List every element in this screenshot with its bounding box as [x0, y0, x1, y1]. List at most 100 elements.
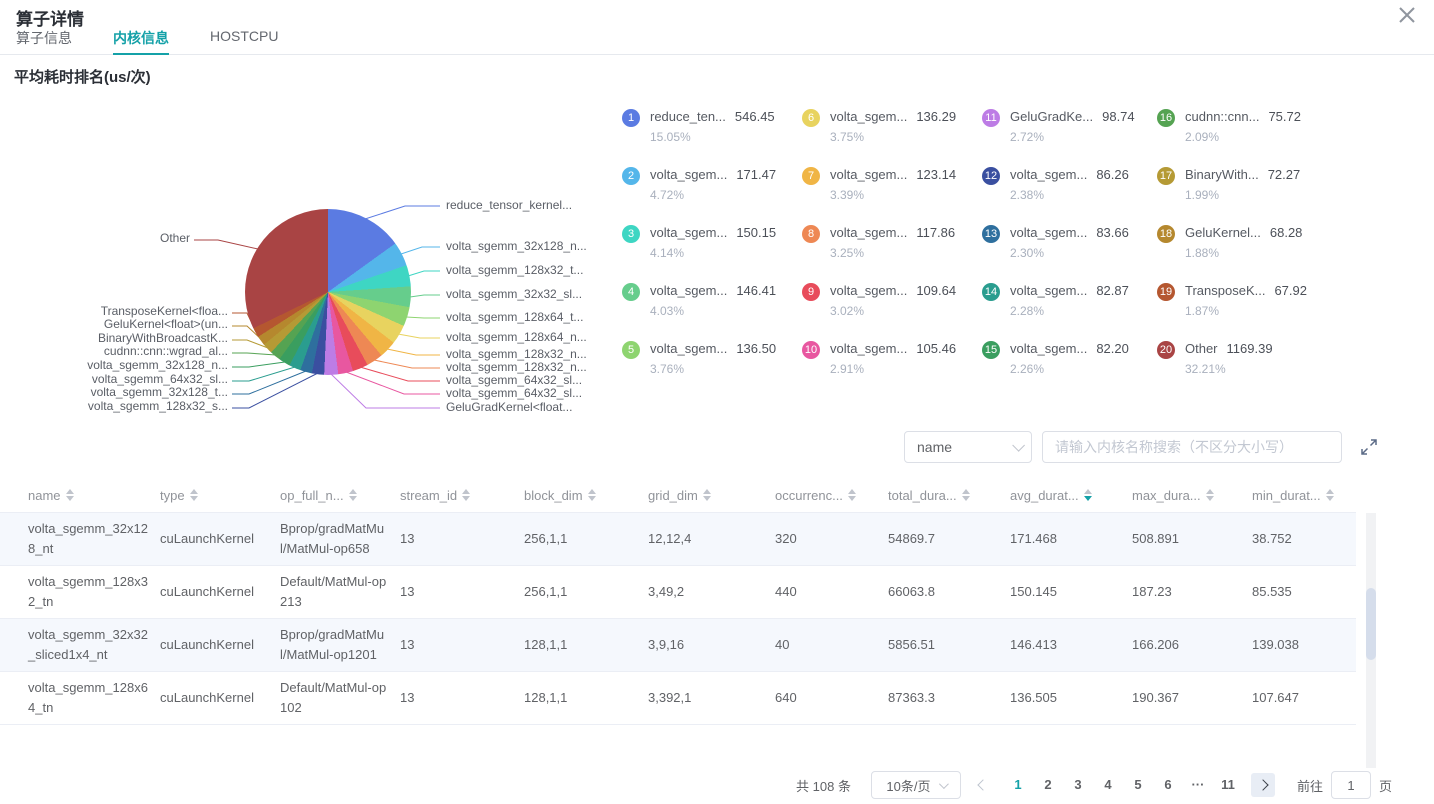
legend-kernel-name: volta_sgem...: [650, 167, 727, 182]
sort-carets[interactable]: [962, 489, 970, 501]
cell-block-dim: 256,1,1: [524, 576, 648, 608]
page-number[interactable]: 6: [1155, 773, 1181, 797]
table-body: volta_sgemm_32x128_nt cuLaunchKernel Bpr…: [0, 513, 1356, 725]
column-header-avg-duration[interactable]: avg_durat...: [1010, 488, 1132, 503]
pie-slice-label: GeluGradKernel<float...: [446, 400, 572, 414]
column-header-op-full-name[interactable]: op_full_n...: [280, 488, 400, 503]
legend-item[interactable]: 5 volta_sgem...136.50 3.76%: [622, 340, 802, 385]
pie-slice-label: volta_sgemm_128x32_n...: [446, 360, 587, 374]
column-header-grid-dim[interactable]: grid_dim: [648, 488, 775, 503]
sort-carets[interactable]: [1326, 489, 1334, 501]
chart-legend: 1 reduce_ten...546.45 15.05% 2 volta_sge…: [622, 108, 1352, 385]
kernel-search-input[interactable]: [1042, 431, 1342, 463]
legend-percent: 3.02%: [830, 304, 956, 318]
legend-value: 67.92: [1274, 283, 1307, 298]
legend-item[interactable]: 7 volta_sgem...123.14 3.39%: [802, 166, 982, 211]
table-row[interactable]: volta_sgemm_32x128_nt cuLaunchKernel Bpr…: [0, 513, 1356, 566]
rank-badge: 18: [1157, 225, 1175, 243]
table-row[interactable]: volta_sgemm_128x32_tn cuLaunchKernel Def…: [0, 566, 1356, 619]
column-header-stream-id[interactable]: stream_id: [400, 488, 524, 503]
chevron-down-icon: [938, 779, 948, 789]
legend-item[interactable]: 15 volta_sgem...82.20 2.26%: [982, 340, 1157, 385]
close-button[interactable]: [1394, 2, 1420, 28]
table-row[interactable]: volta_sgemm_32x32_sliced1x4_nt cuLaunchK…: [0, 619, 1356, 672]
legend-item[interactable]: 6 volta_sgem...136.29 3.75%: [802, 108, 982, 153]
pie-slice-label: volta_sgemm_32x128_n...: [446, 239, 587, 253]
tab-hostcpu[interactable]: HOSTCPU: [210, 28, 278, 54]
legend-item[interactable]: 3 volta_sgem...150.15 4.14%: [622, 224, 802, 269]
page-number[interactable]: 1: [1005, 773, 1031, 797]
search-field-value: name: [917, 439, 952, 455]
legend-item[interactable]: 17 BinaryWith...72.27 1.99%: [1157, 166, 1352, 211]
page-number[interactable]: ···: [1185, 773, 1211, 797]
legend-item[interactable]: 12 volta_sgem...86.26 2.38%: [982, 166, 1157, 211]
total-count: 共 108 条: [796, 776, 851, 795]
legend-value: 72.27: [1268, 167, 1301, 182]
column-label: type: [160, 488, 185, 503]
table-header-row: name type op_full_n... stream_id block_d…: [0, 478, 1356, 513]
tab-operator-info[interactable]: 算子信息: [16, 28, 72, 54]
tab-kernel-info[interactable]: 内核信息: [113, 28, 169, 54]
next-page-button[interactable]: [1251, 773, 1275, 797]
table-row[interactable]: volta_sgemm_128x64_tn cuLaunchKernel Def…: [0, 672, 1356, 725]
sort-carets[interactable]: [848, 489, 856, 501]
legend-value: 546.45: [735, 109, 775, 124]
cell-avg-duration: 150.145: [1010, 576, 1132, 608]
fullscreen-button[interactable]: [1360, 438, 1378, 456]
legend-percent: 2.26%: [1010, 362, 1129, 376]
sort-carets[interactable]: [1084, 489, 1092, 501]
column-header-max-duration[interactable]: max_dura...: [1132, 488, 1252, 503]
legend-item[interactable]: 8 volta_sgem...117.86 3.25%: [802, 224, 982, 269]
pie-slice-label: volta_sgemm_32x32_sl...: [446, 287, 582, 301]
legend-item[interactable]: 4 volta_sgem...146.41 4.03%: [622, 282, 802, 327]
sort-carets[interactable]: [190, 489, 198, 501]
sort-carets[interactable]: [349, 489, 357, 501]
page-number[interactable]: 11: [1215, 773, 1241, 797]
column-header-occurrences[interactable]: occurrenc...: [775, 488, 888, 503]
sort-carets[interactable]: [1206, 489, 1214, 501]
legend-item[interactable]: 13 volta_sgem...83.66 2.30%: [982, 224, 1157, 269]
legend-item[interactable]: 1 reduce_ten...546.45 15.05%: [622, 108, 802, 153]
legend-percent: 2.72%: [1010, 130, 1135, 144]
pie-chart[interactable]: [245, 209, 411, 375]
rank-badge: 9: [802, 283, 820, 301]
legend-kernel-name: volta_sgem...: [650, 225, 727, 240]
pie-slice-label: volta_sgemm_128x32_s...: [0, 400, 228, 413]
sort-carets[interactable]: [66, 489, 74, 501]
table-scrollbar[interactable]: [1366, 513, 1376, 768]
legend-item[interactable]: 18 GeluKernel...68.28 1.88%: [1157, 224, 1352, 269]
column-header-name[interactable]: name: [28, 488, 160, 503]
search-field-select[interactable]: name: [904, 431, 1032, 463]
scrollbar-thumb[interactable]: [1366, 588, 1376, 660]
page-number[interactable]: 4: [1095, 773, 1121, 797]
rank-badge: 17: [1157, 167, 1175, 185]
legend-item[interactable]: 10 volta_sgem...105.46 2.91%: [802, 340, 982, 385]
legend-kernel-name: GeluGradKe...: [1010, 109, 1093, 124]
column-header-min-duration[interactable]: min_durat...: [1252, 488, 1356, 503]
sort-carets[interactable]: [588, 489, 596, 501]
page-number[interactable]: 3: [1065, 773, 1091, 797]
legend-value: 98.74: [1102, 109, 1135, 124]
page-number[interactable]: 2: [1035, 773, 1061, 797]
column-header-total-duration[interactable]: total_dura...: [888, 488, 1010, 503]
legend-item[interactable]: 16 cudnn::cnn...75.72 2.09%: [1157, 108, 1352, 153]
legend-item[interactable]: 20 Other1169.39 32.21%: [1157, 340, 1352, 385]
legend-item[interactable]: 9 volta_sgem...109.64 3.02%: [802, 282, 982, 327]
cell-min-duration: 38.752: [1252, 523, 1356, 555]
goto-suffix: 页: [1379, 776, 1392, 795]
legend-item[interactable]: 14 volta_sgem...82.87 2.28%: [982, 282, 1157, 327]
sort-carets[interactable]: [462, 489, 470, 501]
legend-percent: 1.99%: [1185, 188, 1300, 202]
pie-slice-label: volta_sgemm_32x128_t...: [0, 386, 228, 399]
legend-item[interactable]: 2 volta_sgem...171.47 4.72%: [622, 166, 802, 211]
cell-grid-dim: 12,12,4: [648, 523, 775, 555]
legend-item[interactable]: 19 TransposeK...67.92 1.87%: [1157, 282, 1352, 327]
sort-carets[interactable]: [703, 489, 711, 501]
column-header-block-dim[interactable]: block_dim: [524, 488, 648, 503]
page-number[interactable]: 5: [1125, 773, 1151, 797]
goto-page-input[interactable]: [1331, 771, 1371, 799]
prev-page-button[interactable]: [971, 773, 995, 797]
legend-item[interactable]: 11 GeluGradKe...98.74 2.72%: [982, 108, 1157, 153]
page-size-select[interactable]: 10条/页: [871, 771, 961, 799]
column-header-type[interactable]: type: [160, 488, 280, 503]
